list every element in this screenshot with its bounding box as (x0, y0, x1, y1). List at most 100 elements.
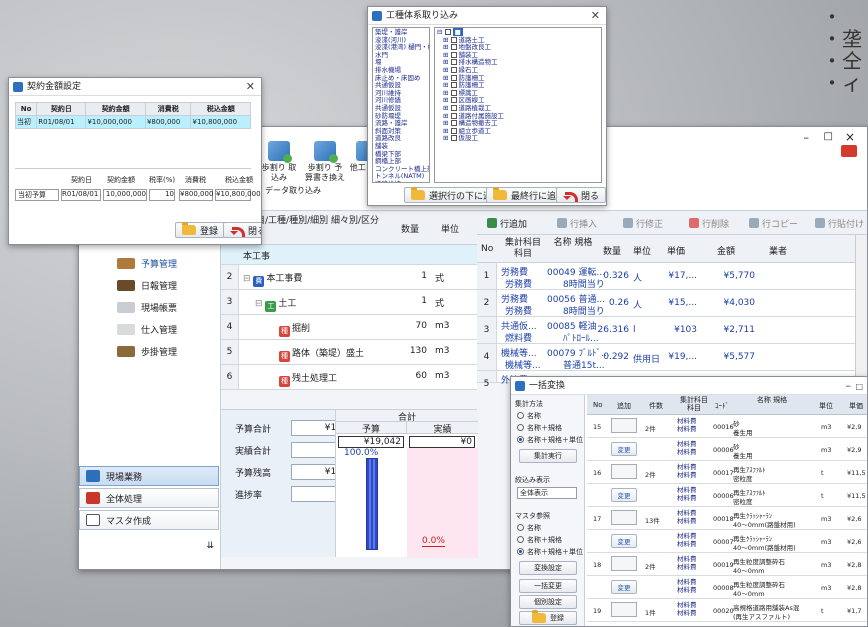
nav-master[interactable]: マスタ作成 (79, 510, 219, 530)
work-tree[interactable]: ⊟ ■ ⊞ 道路土工 ⊞ 地盤改良工 ⊞ 舗装工 ⊞ 排水構造物工 ⊞ 縁石工 ⊞ 防護柵… (434, 27, 602, 183)
table-row[interactable]: 1 労務費 労務費 00049 運転... 8時間当り 0.326 人 ¥17,... ¥5,7… (477, 263, 867, 290)
table-row[interactable]: 19 1件 材料費 材料費 00020 高規格道路用舗装As混 (再生アスファルト) t ¥1… (587, 599, 867, 622)
table-row[interactable]: 3 共通仮... 燃料費 00085 軽油 ﾊﾟﾄﾛｰﾙ... 26.316 l ¥103 ¥2… (477, 317, 867, 344)
contract-date-field[interactable]: R01/08/01 (61, 189, 101, 201)
col-header: 単価 (849, 402, 863, 410)
individual-settings-button[interactable]: 個別設定 (519, 595, 577, 609)
filter-select[interactable]: 全体表示 (517, 487, 577, 499)
register-button[interactable]: 登録 (519, 610, 577, 625)
change-button[interactable]: 変更 (611, 488, 637, 502)
add-cell[interactable] (611, 464, 637, 479)
close-button[interactable]: × (845, 130, 855, 144)
checkbox-icon[interactable] (450, 112, 457, 119)
change-button[interactable]: 変更 (611, 580, 637, 594)
tree-row-unit: m3 (435, 321, 450, 331)
radio-option[interactable]: 名称＋規格 (517, 535, 562, 545)
checkbox-icon[interactable] (450, 36, 457, 43)
close-button[interactable]: 閉る (223, 222, 261, 238)
category-list[interactable]: 築堤・護岸浚渫(河川)浚渫(港湾) 樋門・樋管水門堰排水機場床止め・床固め共通仮… (372, 27, 430, 183)
register-button[interactable]: 登録 (175, 222, 226, 238)
checkbox-icon[interactable] (450, 66, 457, 73)
edit-row-button[interactable]: 行修正 (623, 215, 663, 231)
delete-row-button[interactable]: 行削除 (689, 215, 729, 231)
tree-row[interactable]: 2 ⊟ 費本工事費 1 式 (221, 265, 477, 290)
radio-option[interactable]: 名称＋規格＋単位 (517, 435, 583, 445)
checkbox-icon[interactable] (450, 82, 457, 89)
total-field[interactable]: ¥10,800,000 (215, 189, 261, 201)
contract-amount-field[interactable]: 10,000,000 (103, 189, 147, 201)
copy-row-button[interactable]: 行コピー (749, 215, 798, 231)
sidebar-item-yield[interactable]: 歩掛管理 (117, 345, 177, 358)
sidebar-item-daily[interactable]: 日報管理 (117, 279, 177, 292)
change-button[interactable]: 変更 (611, 534, 637, 548)
user-menu-icon[interactable] (841, 145, 857, 157)
category-item[interactable]: 水門 (375, 51, 427, 60)
maximize-icon[interactable]: □ (855, 378, 863, 396)
checkbox-icon[interactable] (450, 135, 457, 142)
radio-option[interactable]: 名称 (517, 523, 541, 533)
tax-field[interactable]: ¥800,000 (179, 189, 213, 201)
table-row[interactable]: 材料費 材料費 00007 再生ｸﾗｯｼｬｰﾗﾝ 40～0mm(路盤材用) m3 ¥2,6… (587, 530, 867, 553)
table-row[interactable]: 材料費 材料費 00006 砂養生用 m3 ¥2,9 変更 (587, 438, 867, 461)
sidebar-item-budget[interactable]: 予算管理 (117, 257, 177, 270)
table-row[interactable]: 15 2件 材料費 材料費 00016 砂養生用 m3 ¥2,9 (587, 415, 867, 438)
table-row[interactable]: 18 2件 材料費 材料費 00019 再生粒度調整砕石 40～0mm m3 ¥2,8 (587, 553, 867, 576)
checkbox-icon[interactable] (450, 104, 457, 111)
checkbox-icon[interactable] (450, 74, 457, 81)
maximize-button[interactable]: □ (824, 131, 833, 142)
conversion-settings-button[interactable]: 変換設定 (519, 561, 577, 575)
tree-node[interactable]: ⊞ 仮設工 (437, 135, 599, 143)
collapse-icon[interactable]: ⇊ (206, 541, 214, 551)
insert-row-button[interactable]: 行挿入 (557, 215, 597, 231)
form-field[interactable]: 当初予算 (15, 189, 59, 201)
expand-icon[interactable]: ⊞ (443, 134, 451, 143)
table-row[interactable]: 16 2件 材料費 材料費 00017 再生ｱｽﾌｧﾙﾄ 密粒度 t ¥11,5 (587, 461, 867, 484)
sidebar-item-forms[interactable]: 現場帳票 (117, 301, 177, 314)
rewrite-budget-button[interactable]: 歩割り 予算書き換え (305, 141, 345, 183)
tree-row[interactable]: 6 種残土処理工 60 m3 (221, 365, 477, 390)
import-takeoff-button[interactable]: 歩割り 取込み (259, 141, 299, 183)
add-row-button[interactable]: 行追加 (487, 215, 527, 231)
sidebar-item-purchase[interactable]: 仕入管理 (117, 323, 177, 336)
checkbox-icon[interactable] (450, 127, 457, 134)
checkbox-icon[interactable] (450, 51, 457, 58)
checkbox-icon[interactable] (450, 89, 457, 96)
tax-rate-field[interactable]: 10 (149, 189, 175, 201)
tree-row[interactable]: 3 ⊟ 工土工 1 式 (221, 290, 477, 315)
table-row[interactable]: 材料費 材料費 00008 再生粒度調整砕石 40～0mm m3 ¥2,8 変更 (587, 576, 867, 599)
table-row[interactable]: 4 機械等... 機械等... 00079 ﾌﾞﾙﾄﾞ... 普通15t... 0.292… (477, 344, 867, 371)
radio-option[interactable]: 名称 (517, 411, 541, 421)
close-button[interactable]: 閉る (556, 187, 606, 203)
tree-row[interactable]: 5 種路体（築堤）盛土 130 m3 (221, 340, 477, 365)
tree-row[interactable]: 4 種掘削 70 m3 (221, 315, 477, 340)
table-row[interactable]: 2 労務費 労務費 00056 普通... 8時間当り 0.26 人 ¥15,... ¥4,03… (477, 290, 867, 317)
add-cell[interactable] (611, 602, 637, 617)
table-row[interactable]: 17 13件 材料費 材料費 00018 再生ｸﾗｯｼｬｰﾗﾝ 40～0mm(路盤材用) m… (587, 507, 867, 530)
add-cell[interactable] (611, 418, 637, 433)
nav-site-work[interactable]: 現場業務 (79, 466, 219, 486)
tree-row[interactable]: 本工事 (221, 245, 477, 265)
minimize-icon[interactable]: – (846, 377, 852, 395)
checkbox-icon[interactable] (450, 44, 457, 51)
add-cell[interactable] (611, 510, 637, 525)
table-row[interactable]: 材料費 材料費 00006 再生ｱｽﾌｧﾙﾄ 密粒度 t ¥11,5 変更 (587, 484, 867, 507)
table-row[interactable]: 当初 R01/08/01 ¥10,000,000 ¥800,000 ¥10,80… (14, 115, 251, 129)
change-button[interactable]: 変更 (611, 442, 637, 456)
checkbox-icon[interactable] (450, 97, 457, 104)
radio-option[interactable]: 名称＋規格 (517, 423, 562, 433)
checkbox-icon[interactable] (450, 120, 457, 127)
aggregate-button[interactable]: 集計実行 (519, 449, 577, 463)
nav-global[interactable]: 全体処理 (79, 488, 219, 508)
grid-toolbar: 行追加 行挿入 行修正 行削除 行コピー 行貼付け (477, 211, 867, 235)
gauge-actual-value: ¥0 (409, 436, 475, 448)
bulk-change-button[interactable]: 一括変更 (519, 579, 577, 593)
gauge-actual-pct: 0.0% (422, 536, 445, 547)
category-item[interactable]: 道路維持 (375, 180, 427, 182)
close-icon[interactable]: ✕ (246, 78, 255, 96)
radio-option[interactable]: 名称＋規格＋単位 (517, 547, 583, 557)
paste-row-button[interactable]: 行貼付け (815, 215, 864, 231)
add-cell[interactable] (611, 556, 637, 571)
minimize-button[interactable]: – (804, 131, 810, 144)
close-icon[interactable]: ✕ (591, 7, 600, 25)
checkbox-icon[interactable] (450, 59, 457, 66)
